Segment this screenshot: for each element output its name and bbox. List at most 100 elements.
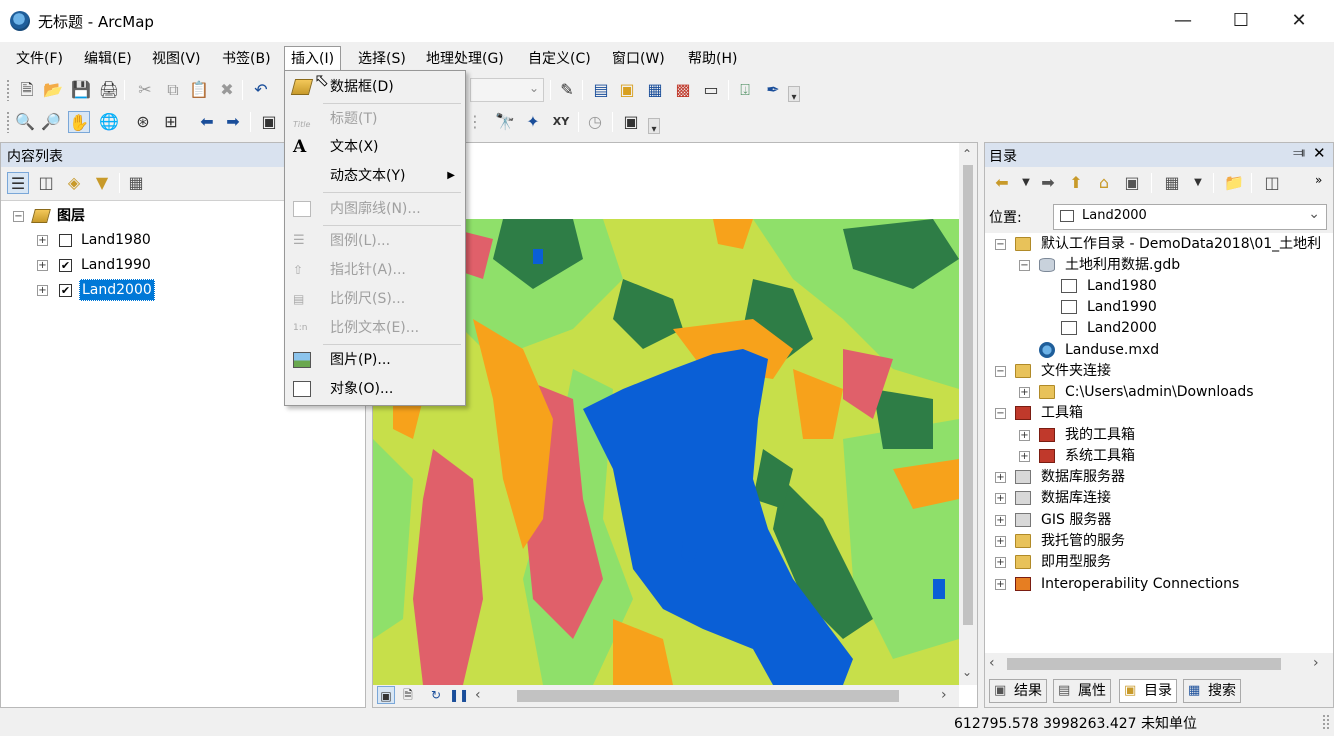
table-of-contents-icon[interactable]: ▤ bbox=[590, 79, 612, 101]
fixed-zoom-in-icon[interactable]: ⊛ bbox=[132, 111, 154, 133]
menu-item-scale-bar[interactable]: ▤ 比例尺(S)... bbox=[287, 285, 463, 313]
toc-options-icon[interactable]: ▦ bbox=[125, 172, 147, 194]
menu-file[interactable]: 文件(F) bbox=[10, 46, 69, 72]
expand-icon[interactable]: + bbox=[37, 285, 48, 296]
tab-properties[interactable]: ▤ 属性 bbox=[1053, 679, 1111, 703]
close-icon[interactable]: ✕ bbox=[1276, 6, 1322, 36]
menu-view[interactable]: 视图(V) bbox=[146, 46, 207, 72]
print-icon[interactable]: 🖨 bbox=[98, 79, 120, 101]
editor-toolbar-icon[interactable]: ✎ bbox=[556, 79, 578, 101]
map-vertical-scrollbar[interactable]: ⌃ ⌄ bbox=[959, 143, 977, 685]
paste-icon[interactable]: 📋 bbox=[188, 79, 210, 101]
expand-icon[interactable]: + bbox=[995, 472, 1006, 483]
refresh-icon[interactable]: ↻ bbox=[427, 686, 445, 704]
collapse-icon[interactable]: − bbox=[995, 239, 1006, 250]
menu-item-neatline[interactable]: 内图廓线(N)... bbox=[287, 195, 463, 223]
menu-edit[interactable]: 编辑(E) bbox=[78, 46, 138, 72]
editor-pen-icon[interactable]: ✒ bbox=[762, 79, 784, 101]
resize-grip-icon[interactable] bbox=[1322, 714, 1330, 730]
menu-bookmarks[interactable]: 书签(B) bbox=[216, 46, 277, 72]
new-folder-icon[interactable]: 📁 bbox=[1223, 172, 1245, 194]
catalog-window-icon[interactable]: ▣ bbox=[616, 79, 638, 101]
expand-icon[interactable]: + bbox=[1019, 451, 1030, 462]
expand-icon[interactable]: + bbox=[37, 260, 48, 271]
scroll-thumb[interactable] bbox=[1007, 658, 1281, 670]
scroll-left-icon[interactable]: ‹ bbox=[475, 687, 481, 703]
expand-icon[interactable]: + bbox=[995, 536, 1006, 547]
menu-item-north-arrow[interactable]: ⇧ 指北针(A)... bbox=[287, 256, 463, 284]
search-window-icon[interactable]: ▦ bbox=[644, 79, 666, 101]
back-extent-icon[interactable]: ⬅ bbox=[196, 111, 218, 133]
back-dropdown-icon[interactable]: ▼ bbox=[1015, 172, 1037, 194]
menu-item-dynamic-text[interactable]: 动态文本(Y) ▶ bbox=[287, 162, 463, 190]
expand-icon[interactable]: + bbox=[1019, 387, 1030, 398]
back-icon[interactable]: ⬅ bbox=[991, 172, 1013, 194]
copy-icon[interactable]: ⧉ bbox=[162, 79, 184, 101]
expand-icon[interactable]: + bbox=[995, 493, 1006, 504]
undo-icon[interactable]: ↶ bbox=[250, 79, 272, 101]
measure-icon[interactable]: ⋮ bbox=[464, 111, 486, 133]
list-by-drawing-order-icon[interactable]: ☰ bbox=[7, 172, 29, 194]
forward-extent-icon[interactable]: ➡ bbox=[222, 111, 244, 133]
python-window-icon[interactable]: ▭ bbox=[700, 79, 722, 101]
minimize-icon[interactable]: — bbox=[1160, 6, 1206, 36]
menu-item-scale-text[interactable]: 1:n 比例文本(E)... bbox=[287, 314, 463, 342]
layer-visibility-checkbox[interactable] bbox=[59, 234, 72, 247]
find-route-icon[interactable]: ✦ bbox=[522, 111, 544, 133]
menu-geoprocessing[interactable]: 地理处理(G) bbox=[420, 46, 510, 72]
open-icon[interactable]: 📂 bbox=[42, 79, 64, 101]
new-document-icon[interactable]: 🗎 bbox=[16, 79, 38, 101]
overflow-chevron-icon[interactable]: » bbox=[1315, 173, 1322, 187]
pause-drawing-icon[interactable]: ❚❚ bbox=[449, 686, 469, 704]
data-view-icon[interactable]: ▣ bbox=[377, 686, 395, 704]
list-by-source-icon[interactable]: ◫ bbox=[35, 172, 57, 194]
forward-icon[interactable]: ➡ bbox=[1037, 172, 1059, 194]
collapse-icon[interactable]: − bbox=[995, 408, 1006, 419]
save-icon[interactable]: 💾 bbox=[70, 79, 92, 101]
chevron-down-icon[interactable]: ⌄ bbox=[1308, 206, 1320, 222]
scroll-thumb[interactable] bbox=[517, 690, 899, 702]
menu-item-picture[interactable]: 图片(P)... bbox=[287, 346, 463, 374]
tab-results[interactable]: ▣ 结果 bbox=[989, 679, 1047, 703]
layer-visibility-checkbox[interactable]: ✔ bbox=[59, 259, 72, 272]
cut-icon[interactable]: ✂ bbox=[134, 79, 156, 101]
menu-customize[interactable]: 自定义(C) bbox=[522, 46, 597, 72]
view-dropdown-icon[interactable]: ▼ bbox=[1187, 172, 1209, 194]
toggle-contents-icon[interactable]: ◫ bbox=[1261, 172, 1283, 194]
menu-item-title[interactable]: Title 标题(T) bbox=[287, 105, 463, 133]
pan-icon[interactable]: ✋ bbox=[68, 111, 90, 133]
list-by-selection-icon[interactable]: ▼ bbox=[91, 172, 113, 194]
layout-view-icon[interactable]: 🗎 bbox=[399, 686, 417, 704]
view-options-icon[interactable]: ▦ bbox=[1161, 172, 1183, 194]
time-slider-icon[interactable]: ◷ bbox=[584, 111, 606, 133]
scroll-right-icon[interactable]: › bbox=[1313, 655, 1319, 671]
collapse-icon[interactable]: − bbox=[995, 366, 1006, 377]
pin-icon[interactable]: ⫥ bbox=[1293, 145, 1305, 161]
location-select[interactable]: Land2000 ⌄ bbox=[1053, 204, 1327, 230]
list-by-visibility-icon[interactable]: ◈ bbox=[63, 172, 85, 194]
delete-icon[interactable]: ✖ bbox=[216, 79, 238, 101]
find-icon[interactable]: 🔭 bbox=[494, 111, 516, 133]
expand-icon[interactable]: + bbox=[37, 235, 48, 246]
map-horizontal-scrollbar[interactable]: ▣ 🗎 ↻ ❚❚ ‹ › bbox=[373, 685, 959, 707]
home-icon[interactable]: ⌂ bbox=[1093, 172, 1115, 194]
expand-icon[interactable]: + bbox=[995, 515, 1006, 526]
menu-insert[interactable]: 插入(I) bbox=[284, 46, 342, 72]
catalog-horizontal-scrollbar[interactable]: ‹ › bbox=[985, 653, 1333, 675]
menu-item-object[interactable]: 对象(O)... bbox=[287, 375, 463, 403]
layer-visibility-checkbox[interactable]: ✔ bbox=[59, 284, 72, 297]
expand-icon[interactable]: + bbox=[995, 557, 1006, 568]
maximize-icon[interactable]: ☐ bbox=[1218, 6, 1264, 36]
menu-help[interactable]: 帮助(H) bbox=[682, 46, 743, 72]
connect-folder-icon[interactable]: ▣ bbox=[1121, 172, 1143, 194]
scroll-thumb[interactable] bbox=[963, 165, 973, 625]
menu-item-text[interactable]: A 文本(X) bbox=[287, 133, 463, 161]
arctoolbox-icon[interactable]: ▩ bbox=[672, 79, 694, 101]
scroll-right-icon[interactable]: › bbox=[941, 687, 947, 703]
menu-select[interactable]: 选择(S) bbox=[352, 46, 412, 72]
tab-search[interactable]: ▦ 搜索 bbox=[1183, 679, 1241, 703]
scroll-up-icon[interactable]: ⌃ bbox=[962, 147, 972, 161]
expand-icon[interactable]: + bbox=[995, 579, 1006, 590]
toolbar-options-icon[interactable]: ▾ bbox=[788, 86, 800, 103]
toolbar-options-icon-2[interactable]: ▾ bbox=[648, 118, 660, 135]
